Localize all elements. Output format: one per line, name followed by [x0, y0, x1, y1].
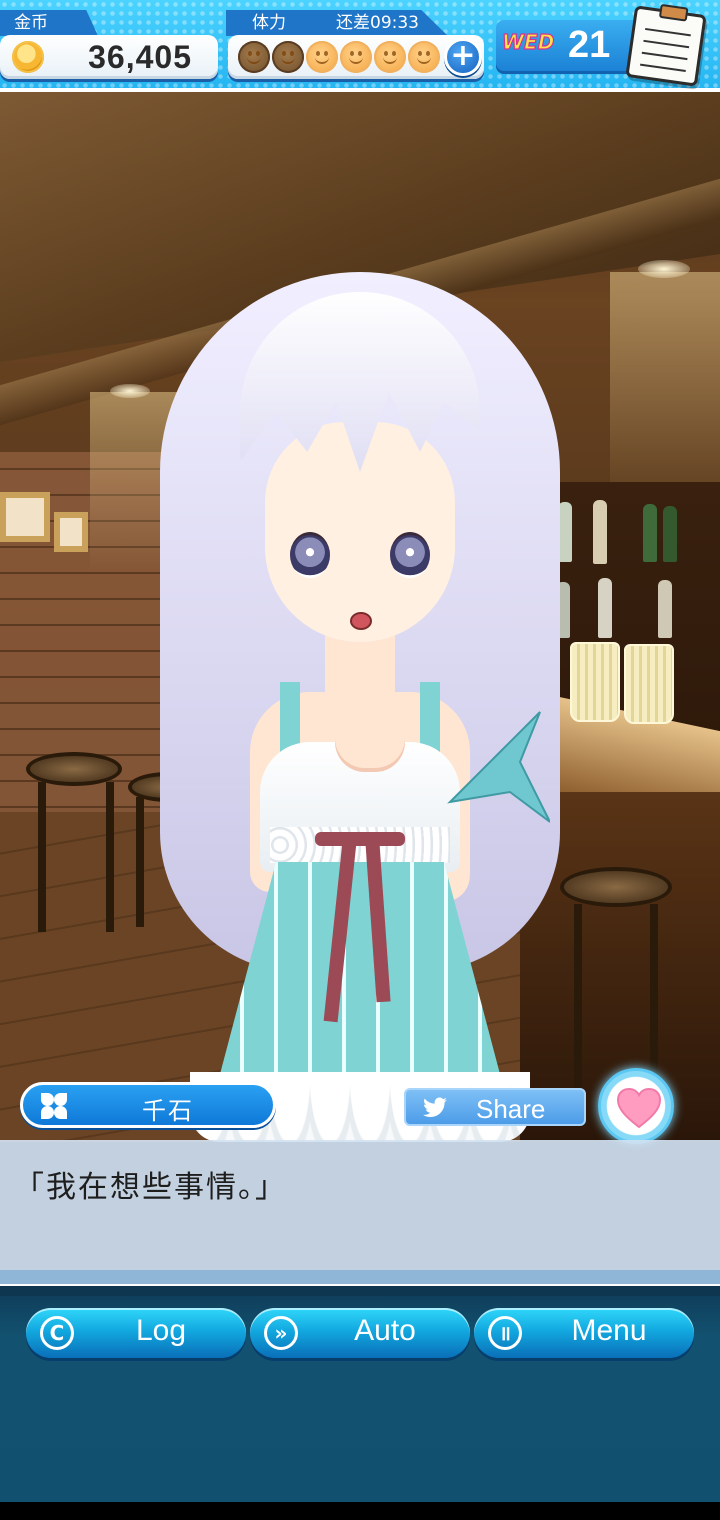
light-cone — [610, 272, 720, 512]
stamina-smiley-full-icon — [340, 41, 372, 73]
dialog-text: 「我在想些事情。」 — [14, 1170, 287, 1205]
pause-icon: ॥ — [488, 1316, 522, 1350]
auto-label: Auto — [354, 1314, 416, 1347]
stamina-label: 体力 — [252, 13, 286, 33]
share-button[interactable]: Share — [404, 1088, 586, 1126]
notepad-icon[interactable] — [625, 5, 707, 87]
stamina-smiley-full-icon — [374, 41, 406, 73]
stamina-smiley-full-icon — [408, 41, 440, 73]
coin-icon — [12, 41, 44, 73]
bar-stool — [26, 752, 122, 786]
control-bar: C Log » Auto ॥ Menu — [0, 1296, 720, 1502]
menu-button[interactable]: ॥ Menu — [474, 1308, 694, 1358]
coins-label: 金币 — [0, 10, 98, 36]
speaker-nameplate: 千石 — [20, 1082, 276, 1128]
dialog-box[interactable]: 「我在想些事情。」 — [0, 1140, 720, 1270]
fast-forward-icon: » — [264, 1316, 298, 1350]
auto-button[interactable]: » Auto — [250, 1308, 470, 1358]
twitter-bird-icon — [423, 1097, 447, 1117]
share-label: Share — [476, 1094, 546, 1124]
character-sprite — [120, 272, 600, 1142]
heart-icon — [616, 1087, 662, 1129]
dialog-box-rim — [0, 1270, 720, 1284]
day-number: 21 — [568, 24, 611, 66]
log-button[interactable]: C Log — [26, 1308, 246, 1358]
log-icon: C — [40, 1316, 74, 1350]
add-stamina-button[interactable]: + — [444, 38, 482, 76]
menu-label: Menu — [571, 1314, 647, 1347]
navigation-gutter — [0, 1502, 720, 1520]
stamina-smileys — [238, 41, 440, 73]
picture-frame — [0, 492, 50, 542]
stamina-smiley-full-icon — [306, 41, 338, 73]
pitcher — [624, 644, 674, 724]
picture-frame — [54, 512, 88, 552]
stamina-timer: 还差09:33 — [336, 13, 419, 33]
favorite-button[interactable] — [598, 1068, 674, 1144]
status-bar: 金币 36,405 体力 还差09:33 + WED 21 — [0, 0, 720, 92]
coins-counter: 36,405 — [0, 35, 218, 79]
scene-background — [0, 92, 720, 1142]
coins-value: 36,405 — [88, 39, 192, 75]
speaker-name: 千石 — [142, 1097, 194, 1125]
plus-icon: + — [450, 38, 476, 73]
stamina-smiley-empty-icon — [238, 41, 270, 73]
divider — [0, 1284, 720, 1296]
stamina-smiley-empty-icon — [272, 41, 304, 73]
weekday-label: WED — [501, 29, 555, 54]
ceiling-light — [638, 260, 690, 278]
log-label: Log — [135, 1314, 187, 1347]
stamina-header: 体力 还差09:33 — [226, 10, 448, 36]
